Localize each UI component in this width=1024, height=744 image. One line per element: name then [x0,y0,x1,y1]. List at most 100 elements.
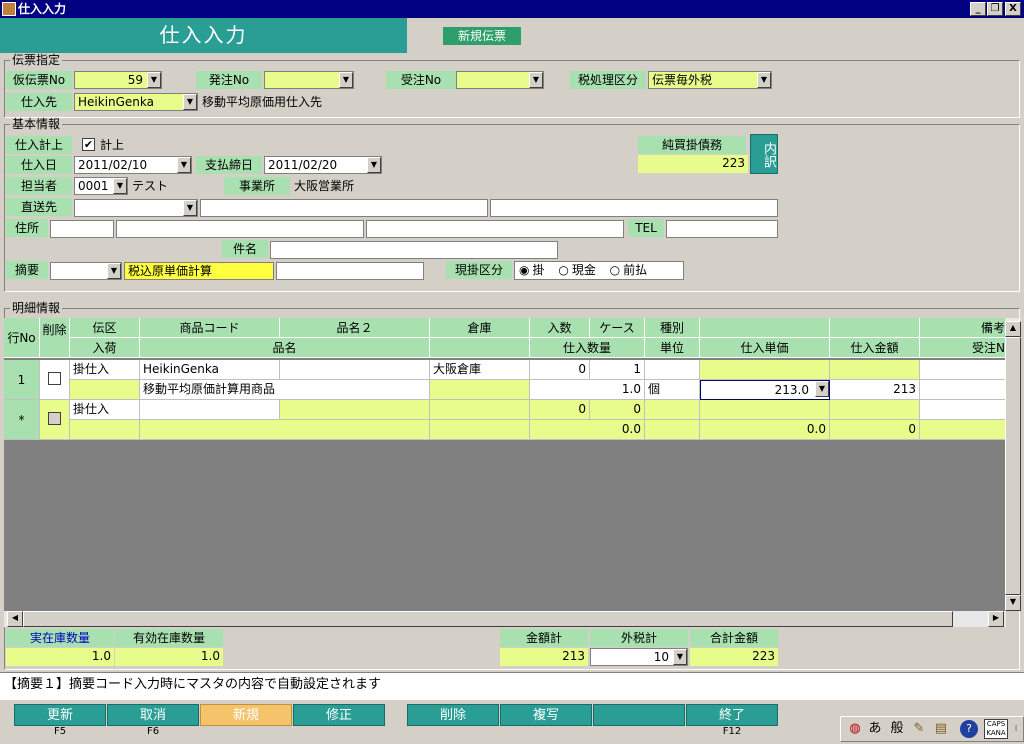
delete-checkbox[interactable] [48,412,61,425]
memo1-field[interactable]: 税込原単価計算 [124,262,274,280]
row-product-name[interactable]: 移動平均原価計算用商品 [140,380,430,400]
tax-select[interactable]: 伝票毎外税 ▼ [648,71,772,89]
ship-name1-field[interactable] [200,199,488,217]
new-button[interactable]: 新規 [200,704,292,726]
new-slip-button[interactable]: 新規伝票 [443,27,521,45]
col-product-code: 商品コード [140,318,280,338]
update-button[interactable]: 更新 [14,704,106,726]
order-no-field[interactable]: ▼ [264,71,354,89]
horizontal-scrollbar[interactable]: ◀ ▶ [4,611,1006,627]
memo2-field[interactable] [276,262,424,280]
row-blank1 [700,360,830,380]
tax-total-select[interactable]: 10 ▼ [590,648,688,666]
row-irisu: 0 [530,400,590,420]
row-arrival [70,380,140,400]
scroll-up-icon[interactable]: ▲ [1005,321,1021,337]
pay-opt-kake: 掛 [532,263,545,277]
dropdown-arrow-icon[interactable]: ▼ [183,200,197,216]
post-label: 仕入計上 [6,136,72,154]
scroll-left-icon[interactable]: ◀ [7,611,23,627]
dropdown-arrow-icon[interactable]: ▼ [367,157,381,173]
ime-conversion-mode[interactable]: 般 [888,720,906,738]
date-field[interactable]: 2011/02/10 ▼ [74,156,192,174]
copy-button[interactable]: 複写 [500,704,592,726]
pay-type-radio-group: ◉ 掛 ○ 現金 ○ 前払 [514,261,684,280]
help-icon[interactable]: ? [960,720,978,738]
grand-total-value: 223 [690,648,778,666]
ime-tool-icon[interactable]: ▤ [932,720,950,738]
delete-button[interactable]: 削除 [407,704,499,726]
row-unit-price-select[interactable]: 213.0 ▼ [700,380,830,400]
col-unit-price: 仕入単価 [700,338,830,358]
zip-field[interactable] [50,220,114,238]
scroll-down-icon[interactable]: ▼ [1005,595,1021,611]
ime-logo-icon[interactable]: ◍ [846,720,864,738]
radio-checked-icon[interactable]: ◉ [519,263,529,277]
radio-unchecked-icon[interactable]: ○ [610,263,620,277]
screen-title: 仕入入力 [0,18,407,53]
row-case[interactable]: 1 [590,360,645,380]
ime-pad-icon[interactable]: ✎ [910,720,928,738]
close-date-field[interactable]: 2011/02/20 ▼ [264,156,382,174]
dropdown-arrow-icon[interactable]: ▼ [673,649,687,665]
edit-button[interactable]: 修正 [293,704,385,726]
blank-fkey-button[interactable] [593,704,685,726]
tray-options-icon[interactable]: ⁝ [1010,720,1022,738]
radio-unchecked-icon[interactable]: ○ [558,263,568,277]
staff-code-field[interactable]: 0001 ▼ [74,177,128,195]
ime-mode[interactable]: あ [866,720,884,738]
ship-code-field[interactable]: ▼ [74,199,198,217]
memo-code-field[interactable]: ▼ [50,262,122,280]
dropdown-arrow-icon[interactable]: ▼ [183,94,197,110]
close-date-label: 支払締日 [196,156,262,174]
row-product-code[interactable] [140,400,280,420]
dropdown-arrow-icon[interactable]: ▼ [177,157,191,173]
dropdown-arrow-icon[interactable]: ▼ [339,72,353,88]
minimize-button[interactable]: _ [970,2,986,16]
dropdown-arrow-icon[interactable]: ▼ [815,381,829,397]
col-blank3 [430,338,530,358]
exit-button[interactable]: 終了 [686,704,778,726]
subject-field[interactable] [270,241,558,259]
row-name2[interactable] [280,360,430,380]
col-row-no: 行No [4,318,40,358]
row-slip-type[interactable]: 掛仕入 [70,360,140,380]
maximize-button[interactable]: ❐ [987,2,1003,16]
row-unit[interactable]: 個 [645,380,700,400]
address2-field[interactable] [366,220,624,238]
row-warehouse[interactable]: 大阪倉庫 [430,360,530,380]
staff-name: テスト [132,179,169,193]
supplier-code-field[interactable]: HeikinGenka ▼ [74,93,198,111]
temp-no-field[interactable]: 59 ▼ [74,71,162,89]
vertical-scrollbar[interactable]: ▲ ▼ [1005,318,1021,611]
dropdown-arrow-icon[interactable]: ▼ [757,72,771,88]
row-blank1 [700,400,830,420]
scroll-right-icon[interactable]: ▶ [988,611,1004,627]
row-qty[interactable]: 1.0 [530,380,645,400]
scroll-thumb[interactable] [1005,337,1021,595]
row-order-no[interactable] [920,380,1006,400]
detail-legend: 明細情報 [10,301,63,315]
tel-field[interactable] [666,220,778,238]
row-product-code[interactable]: HeikinGenka [140,360,280,380]
close-button[interactable]: X [1005,2,1021,16]
hscroll-thumb[interactable] [23,611,953,627]
row-irisu[interactable]: 0 [530,360,590,380]
office-label: 事業所 [224,177,290,195]
row-kind[interactable] [645,360,700,380]
row-slip-type[interactable]: 掛仕入 [70,400,140,420]
detail-breakdown-button[interactable]: 内訳 [750,134,778,174]
ship-name2-field[interactable] [490,199,778,217]
row-remarks[interactable] [920,360,1006,380]
dropdown-arrow-icon[interactable]: ▼ [113,178,127,194]
recv-no-field[interactable]: ▼ [456,71,544,89]
dropdown-arrow-icon[interactable]: ▼ [107,263,121,279]
delete-checkbox[interactable] [48,372,61,385]
post-checkbox[interactable]: ✔ [82,138,95,151]
dropdown-arrow-icon[interactable]: ▼ [529,72,543,88]
dropdown-arrow-icon[interactable]: ▼ [147,72,161,88]
row-warehouse [430,400,530,420]
cancel-button[interactable]: 取消 [107,704,199,726]
address1-field[interactable] [116,220,364,238]
col-slip-type: 伝区 [70,318,140,338]
